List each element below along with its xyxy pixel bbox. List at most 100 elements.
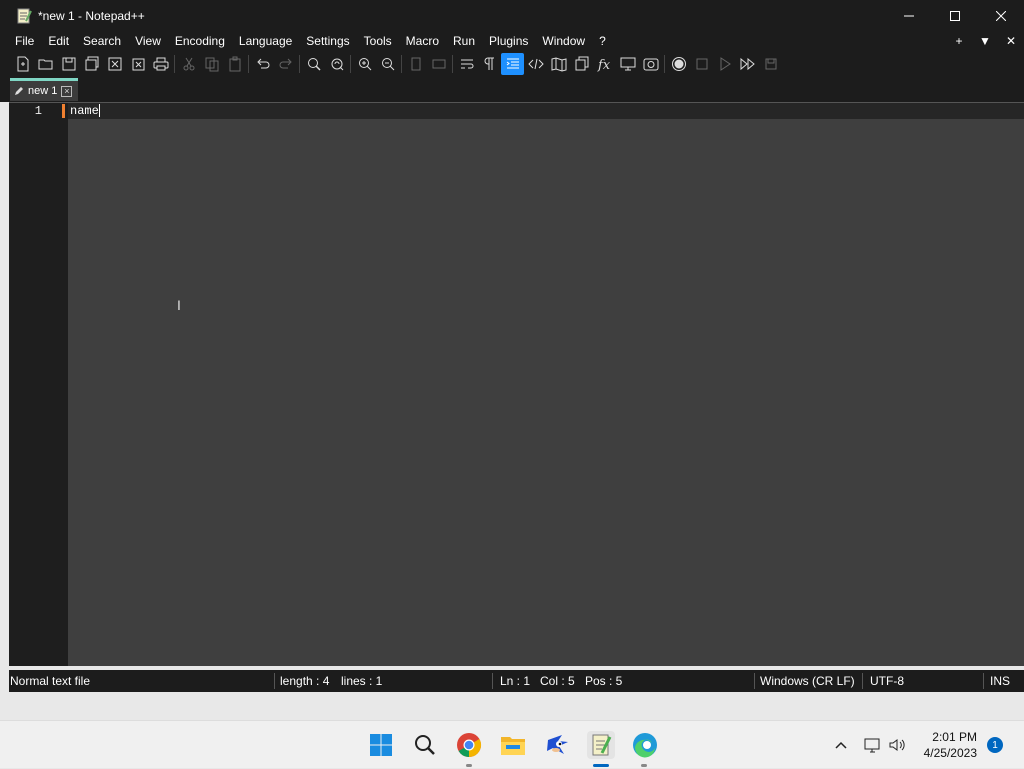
menu-macro[interactable]: Macro bbox=[399, 31, 446, 51]
notepad-plus-plus-taskbar-icon[interactable] bbox=[587, 731, 615, 759]
close-all-icon[interactable] bbox=[126, 53, 149, 75]
window-title: *new 1 - Notepad++ bbox=[38, 8, 145, 23]
close-tab-button[interactable]: ✕ bbox=[998, 34, 1024, 48]
sonic-app-icon[interactable] bbox=[543, 731, 571, 759]
menu-file[interactable]: File bbox=[8, 31, 41, 51]
menu-run[interactable]: Run bbox=[446, 31, 482, 51]
volume-icon[interactable] bbox=[888, 721, 906, 769]
file-explorer-icon[interactable] bbox=[499, 731, 527, 759]
folder-as-workspace-icon[interactable] bbox=[639, 53, 662, 75]
change-marker bbox=[62, 104, 65, 118]
menu-language[interactable]: Language bbox=[232, 31, 299, 51]
run-macro-multiple-icon[interactable] bbox=[736, 53, 759, 75]
paste-icon bbox=[223, 53, 246, 75]
status-ln: Ln : 1 bbox=[500, 674, 531, 688]
status-eol[interactable]: Windows (CR LF) bbox=[760, 670, 855, 692]
replace-icon[interactable] bbox=[325, 53, 348, 75]
search-icon[interactable] bbox=[411, 731, 439, 759]
clock-date: 4/25/2023 bbox=[923, 746, 977, 760]
toolbar: fx bbox=[0, 51, 1024, 76]
pencil-icon bbox=[15, 87, 23, 95]
current-line-highlight bbox=[68, 103, 1024, 119]
text-editor[interactable]: 1 name I bbox=[9, 102, 1024, 666]
clock-time: 2:01 PM bbox=[932, 730, 977, 744]
status-encoding[interactable]: UTF-8 bbox=[870, 670, 904, 692]
toolbar-separator bbox=[299, 54, 300, 73]
notification-badge[interactable]: 1 bbox=[987, 737, 1003, 753]
monitor-icon[interactable] bbox=[616, 53, 639, 75]
copy-icon bbox=[200, 53, 223, 75]
status-separator bbox=[274, 673, 275, 689]
title-bar[interactable]: *new 1 - Notepad++ bbox=[0, 0, 1024, 31]
line-number: 1 bbox=[34, 104, 42, 118]
status-length: length : 4 bbox=[280, 674, 330, 688]
save-icon[interactable] bbox=[57, 53, 80, 75]
edge-icon[interactable] bbox=[631, 731, 659, 759]
menu-view[interactable]: View bbox=[128, 31, 168, 51]
cut-icon bbox=[177, 53, 200, 75]
new-file-icon[interactable] bbox=[11, 53, 34, 75]
menu-help[interactable]: ? bbox=[592, 31, 613, 51]
zoom-out-icon[interactable] bbox=[376, 53, 399, 75]
print-icon[interactable] bbox=[149, 53, 172, 75]
tab-label: new 1 bbox=[28, 85, 58, 97]
taskbar: 2:01 PM 4/25/2023 1 bbox=[0, 720, 1024, 768]
status-separator bbox=[754, 673, 755, 689]
toolbar-separator bbox=[174, 54, 175, 73]
running-indicator bbox=[466, 764, 472, 767]
record-macro-icon[interactable] bbox=[667, 53, 690, 75]
menu-edit[interactable]: Edit bbox=[41, 31, 76, 51]
windows-start-icon[interactable] bbox=[367, 731, 395, 759]
notepad-plus-plus-icon bbox=[16, 8, 32, 24]
close-icon[interactable]: × bbox=[61, 85, 73, 97]
menu-window[interactable]: Window bbox=[535, 31, 592, 51]
notepad-window: *new 1 - Notepad++ File Edit Search View… bbox=[0, 0, 1024, 768]
status-col: Col : 5 bbox=[540, 674, 575, 688]
status-separator bbox=[983, 673, 984, 689]
undo-icon[interactable] bbox=[251, 53, 274, 75]
new-tab-button[interactable]: + bbox=[946, 34, 972, 48]
word-wrap-icon[interactable] bbox=[455, 53, 478, 75]
menu-settings[interactable]: Settings bbox=[299, 31, 356, 51]
stop-macro-icon bbox=[690, 53, 713, 75]
status-lines: lines : 1 bbox=[341, 674, 383, 688]
document-map-icon[interactable] bbox=[547, 53, 570, 75]
toolbar-separator bbox=[248, 54, 249, 73]
network-icon[interactable] bbox=[864, 721, 882, 769]
html-tag-icon[interactable] bbox=[524, 53, 547, 75]
status-insert-mode[interactable]: INS bbox=[990, 670, 1010, 692]
mouse-ibeam-cursor: I bbox=[177, 297, 181, 313]
zoom-in-icon[interactable] bbox=[353, 53, 376, 75]
text-caret bbox=[98, 104, 100, 118]
toolbar-separator bbox=[452, 54, 453, 73]
tab-new-1[interactable]: new 1 × bbox=[10, 78, 78, 101]
status-separator bbox=[492, 673, 493, 689]
open-file-icon[interactable] bbox=[34, 53, 57, 75]
sync-horizontal-icon bbox=[427, 53, 450, 75]
toolbar-separator bbox=[664, 54, 665, 73]
show-all-chars-icon[interactable] bbox=[478, 53, 501, 75]
menu-search[interactable]: Search bbox=[76, 31, 128, 51]
code-line[interactable]: name bbox=[70, 104, 100, 118]
close-window-button[interactable] bbox=[978, 0, 1024, 31]
running-indicator-active bbox=[593, 764, 609, 767]
menu-encoding[interactable]: Encoding bbox=[168, 31, 232, 51]
tab-list-dropdown[interactable]: ▼ bbox=[972, 34, 998, 48]
menu-plugins[interactable]: Plugins bbox=[482, 31, 535, 51]
close-file-icon[interactable] bbox=[103, 53, 126, 75]
show-hidden-icons-chevron-up-icon[interactable] bbox=[834, 721, 848, 769]
running-indicator bbox=[641, 764, 647, 767]
toolbar-separator bbox=[401, 54, 402, 73]
menu-tools[interactable]: Tools bbox=[357, 31, 399, 51]
save-all-icon[interactable] bbox=[80, 53, 103, 75]
chrome-icon[interactable] bbox=[455, 731, 483, 759]
clock[interactable]: 2:01 PM 4/25/2023 bbox=[924, 729, 977, 761]
document-list-icon[interactable] bbox=[570, 53, 593, 75]
minimize-button[interactable] bbox=[886, 0, 932, 31]
function-list-icon[interactable]: fx bbox=[593, 53, 616, 75]
maximize-button[interactable] bbox=[932, 0, 978, 31]
status-pos: Pos : 5 bbox=[585, 674, 623, 688]
indent-guide-icon[interactable] bbox=[501, 52, 524, 75]
line-text: name bbox=[70, 104, 99, 118]
find-icon[interactable] bbox=[302, 53, 325, 75]
